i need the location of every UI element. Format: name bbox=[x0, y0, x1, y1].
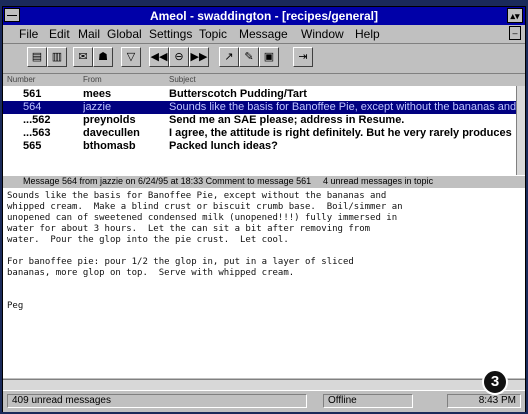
shield-icon[interactable]: ▽ bbox=[121, 47, 141, 67]
exit-icon[interactable]: ⇥ bbox=[293, 47, 313, 67]
folder-icon[interactable]: ▤ bbox=[27, 47, 47, 67]
toolbar: ▤ ▥ ✉ ☗ ▽ ◀◀ ⊖ ▶▶ ↗ ✎ ▣ ⇥ bbox=[3, 44, 525, 72]
message-line: unopened can of sweetened condensed milk… bbox=[7, 213, 398, 223]
message-line: bananas, more glop on top. Serve with wh… bbox=[7, 268, 295, 278]
document-control-icon[interactable]: – bbox=[509, 26, 521, 40]
title-bar[interactable]: — Ameol - swaddington - [recipes/general… bbox=[3, 7, 525, 25]
ameol-window: — Ameol - swaddington - [recipes/general… bbox=[2, 6, 526, 412]
disk-icon[interactable]: ⊖ bbox=[169, 47, 189, 67]
row-from: jazzie bbox=[83, 101, 112, 113]
message-body[interactable]: Sounds like the basis for Banoffee Pie, … bbox=[3, 188, 525, 378]
message-line: whipped cream. Make a blind crust or bis… bbox=[7, 202, 403, 212]
message-info: Message 564 from jazzie on 6/24/95 at 18… bbox=[23, 176, 312, 186]
menu-help[interactable]: Help bbox=[355, 27, 380, 41]
list-header: Number From Subject bbox=[3, 74, 525, 86]
row-subj: Sounds like the basis for Banoffee Pie, … bbox=[169, 101, 517, 113]
message-row[interactable]: 564 jazzie Sounds like the basis for Banof… bbox=[3, 101, 517, 114]
menu-window[interactable]: Window bbox=[301, 27, 344, 41]
menu-message[interactable]: Message bbox=[239, 27, 288, 41]
row-subj: Send me an SAE please; address in Resume… bbox=[169, 114, 405, 126]
message-list: Number From Subject 561 mees Butterscotch … bbox=[3, 73, 525, 176]
message-header-bar: Message 564 from jazzie on 6/24/95 at 18… bbox=[3, 175, 525, 189]
next-icon[interactable]: ▶▶ bbox=[189, 47, 209, 67]
row-from: preynolds bbox=[83, 114, 136, 126]
row-subj: Butterscotch Pudding/Tart bbox=[169, 88, 307, 100]
person-icon[interactable]: ☗ bbox=[93, 47, 113, 67]
message-row[interactable]: ...563 davecullen I agree, the attitude is… bbox=[3, 127, 517, 140]
message-row[interactable]: 561 mees Butterscotch Pudding/Tart bbox=[3, 88, 517, 101]
row-num: 565 bbox=[23, 140, 42, 152]
mail-icon[interactable]: ✉ bbox=[73, 47, 93, 67]
message-line: Peg bbox=[7, 301, 24, 311]
online-status: Offline bbox=[323, 394, 413, 408]
menu-settings[interactable]: Settings bbox=[149, 27, 192, 41]
message-row[interactable]: 565 bthomasb Packed lunch ideas? bbox=[3, 140, 517, 153]
clock: 8:43 PM bbox=[447, 394, 521, 408]
menu-topic[interactable]: Topic bbox=[199, 27, 227, 41]
menu-global[interactable]: Global bbox=[107, 27, 142, 41]
cursor-icon[interactable]: ↗ bbox=[219, 47, 239, 67]
message-line: water. Pour the glop into the pie crust.… bbox=[7, 235, 289, 245]
message-line: Sounds like the basis for Banoffee Pie, … bbox=[7, 191, 387, 201]
menu-file[interactable]: File bbox=[19, 27, 38, 41]
row-from: mees bbox=[83, 88, 112, 100]
message-row[interactable]: ...562 preynolds Send me an SAE please; ad… bbox=[3, 114, 517, 127]
unread-in-topic: 4 unread messages in topic bbox=[323, 176, 434, 186]
row-from: bthomasb bbox=[83, 140, 136, 152]
row-subj: Packed lunch ideas? bbox=[169, 140, 278, 152]
restore-button[interactable]: ▴▾ bbox=[507, 8, 523, 23]
prev-icon[interactable]: ◀◀ bbox=[149, 47, 169, 67]
column-from[interactable]: From bbox=[83, 75, 102, 84]
column-number[interactable]: Number bbox=[7, 75, 35, 84]
message-line bbox=[7, 246, 521, 257]
row-from: davecullen bbox=[83, 127, 140, 139]
lock-icon[interactable]: ▣ bbox=[259, 47, 279, 67]
pen-icon[interactable]: ✎ bbox=[239, 47, 259, 67]
status-bar: 409 unread messages Offline 8:43 PM bbox=[3, 390, 525, 412]
row-num: 561 bbox=[23, 88, 42, 100]
row-num: 564 bbox=[23, 101, 42, 113]
column-subject[interactable]: Subject bbox=[169, 75, 196, 84]
unread-count: 409 unread messages bbox=[7, 394, 307, 408]
message-line bbox=[7, 290, 521, 301]
row-num: ...562 bbox=[23, 114, 51, 126]
book-icon[interactable]: ▥ bbox=[47, 47, 67, 67]
step-number-badge: 3 bbox=[482, 369, 508, 395]
window-title: Ameol - swaddington - [recipes/general] bbox=[149, 9, 379, 23]
row-num: ...563 bbox=[23, 127, 51, 139]
row-subj: I agree, the attitude is right definitel… bbox=[169, 127, 512, 139]
message-line bbox=[7, 279, 521, 290]
message-line: For banoffee pie: pour 1/2 the glop in, … bbox=[7, 257, 354, 267]
list-scrollbar[interactable] bbox=[516, 86, 525, 176]
message-line: water for about 3 hours. Let the can sit… bbox=[7, 224, 371, 234]
menu-edit[interactable]: Edit bbox=[49, 27, 70, 41]
menu-bar: – File Edit Mail Global Settings Topic Message… bbox=[3, 25, 525, 44]
menu-mail[interactable]: Mail bbox=[78, 27, 100, 41]
horizontal-scrollbar[interactable] bbox=[3, 379, 525, 390]
